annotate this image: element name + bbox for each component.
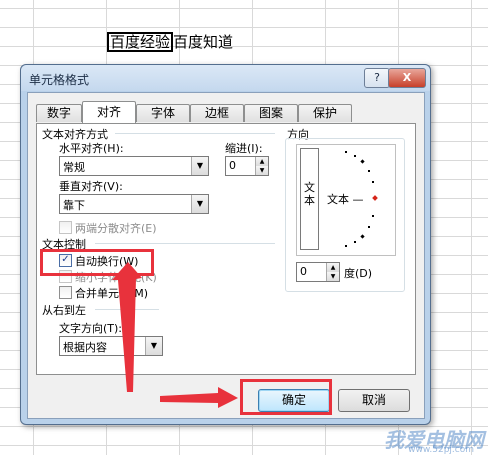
chevron-down-icon[interactable]: ▼ xyxy=(191,157,208,175)
vertical-text-toggle[interactable]: 文本 xyxy=(300,148,319,250)
merge-cells-checkbox[interactable] xyxy=(59,286,72,299)
rtl-section-label: 从右到左 xyxy=(42,304,86,317)
orientation-group: 文本 文本 — 0 ▲ ▼ 度(D) xyxy=(285,138,405,292)
vertical-align-select[interactable]: 靠下 ▼ xyxy=(59,194,209,214)
dial-text: 文本 — xyxy=(327,193,364,206)
indent-label: 缩进(I): xyxy=(225,142,263,155)
tab-font[interactable]: 字体 xyxy=(136,104,190,122)
text-control-section-label: 文本控制 xyxy=(42,238,86,251)
spin-down-icon[interactable]: ▼ xyxy=(327,272,339,281)
alignment-page: 文本对齐方式 水平对齐(H): 常规 ▼ 缩进(I): 0 ▲ ▼ 垂直对齐(V… xyxy=(36,123,416,375)
help-button[interactable]: ? xyxy=(364,68,390,88)
distributed-checkbox-row[interactable]: 两端分散对齐(E) xyxy=(59,220,199,235)
text-direction-select[interactable]: 根据内容 ▼ xyxy=(59,336,163,356)
wrap-text-checkbox[interactable]: ✓ xyxy=(59,254,72,267)
shrink-to-fit-checkbox[interactable] xyxy=(59,270,72,283)
horizontal-align-value: 常规 xyxy=(63,161,85,174)
merge-cells-checkbox-row[interactable]: 合并单元格(M) xyxy=(59,285,169,300)
cell-text: 百度知道 xyxy=(173,33,234,51)
wrap-text-label: 自动换行(W) xyxy=(75,255,139,268)
close-button[interactable]: X xyxy=(388,68,426,88)
degree-stepper[interactable]: 0 ▲ ▼ xyxy=(296,262,340,282)
section-divider xyxy=(95,309,159,310)
distributed-checkbox[interactable] xyxy=(59,221,72,234)
degree-value: 0 xyxy=(300,265,307,278)
degree-spin-buttons[interactable]: ▲ ▼ xyxy=(326,263,339,281)
tab-protection[interactable]: 保护 xyxy=(298,104,352,122)
section-divider xyxy=(115,133,275,134)
indent-stepper[interactable]: 0 ▲ ▼ xyxy=(225,156,269,176)
vertical-align-label: 垂直对齐(V): xyxy=(59,180,123,193)
dialog-titlebar[interactable]: 单元格格式 ? X xyxy=(21,65,430,91)
vertical-align-value: 靠下 xyxy=(63,199,85,212)
tab-border[interactable]: 边框 xyxy=(190,104,244,122)
horizontal-align-label: 水平对齐(H): xyxy=(59,142,124,155)
dialog-title: 单元格格式 xyxy=(29,73,90,87)
distributed-label: 两端分散对齐(E) xyxy=(75,222,157,235)
spin-down-icon[interactable]: ▼ xyxy=(256,166,268,175)
ok-button[interactable]: 确定 xyxy=(258,389,330,412)
horizontal-align-select[interactable]: 常规 ▼ xyxy=(59,156,209,176)
degree-label: 度(D) xyxy=(344,267,373,280)
selected-cell-text[interactable]: 百度经验 xyxy=(107,32,174,52)
shrink-to-fit-label: 缩小字体填充(K) xyxy=(75,271,157,284)
chevron-down-icon[interactable]: ▼ xyxy=(145,337,162,355)
shrink-to-fit-checkbox-row[interactable]: 缩小字体填充(K) xyxy=(59,269,179,284)
watermark-url: www.52pj.com xyxy=(408,445,474,455)
chevron-down-icon[interactable]: ▼ xyxy=(191,195,208,213)
orientation-preview[interactable]: 文本 文本 — xyxy=(296,144,396,256)
tab-patterns[interactable]: 图案 xyxy=(244,104,298,122)
merge-cells-label: 合并单元格(M) xyxy=(75,287,149,300)
section-divider xyxy=(95,243,275,244)
tab-alignment[interactable]: 对齐 xyxy=(82,101,136,123)
format-cells-dialog: 单元格格式 ? X 数字 对齐 字体 边框 图案 保护 文本对齐方式 水平对齐(… xyxy=(20,64,431,425)
text-direction-label: 文字方向(T): xyxy=(59,322,123,335)
cancel-button[interactable]: 取消 xyxy=(338,389,410,412)
dialog-client: 数字 对齐 字体 边框 图案 保护 文本对齐方式 水平对齐(H): 常规 ▼ 缩… xyxy=(27,92,425,419)
text-direction-value: 根据内容 xyxy=(63,341,107,354)
indent-value: 0 xyxy=(229,159,236,172)
tab-number[interactable]: 数字 xyxy=(36,104,82,122)
indent-spin-buttons[interactable]: ▲ ▼ xyxy=(255,157,268,175)
wrap-text-checkbox-row[interactable]: ✓ 自动换行(W) xyxy=(59,253,159,268)
active-cell[interactable]: 百度经验 百度知道 xyxy=(107,32,233,52)
